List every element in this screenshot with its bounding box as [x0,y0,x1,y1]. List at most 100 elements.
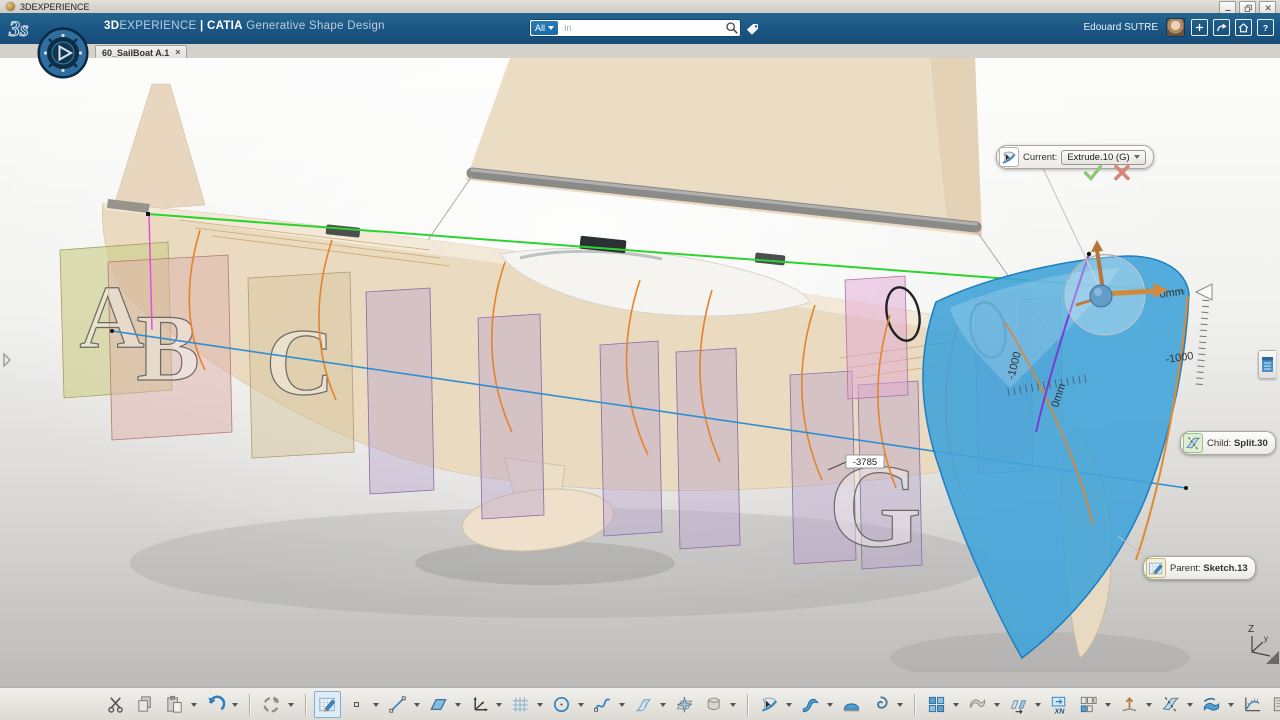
tool-sketch[interactable] [314,691,341,718]
svg-text:y: y [1264,634,1268,643]
tool-pattern[interactable] [1075,691,1102,718]
chevron-down-icon[interactable] [1105,703,1111,707]
tool-join[interactable] [923,691,950,718]
tool-translate[interactable] [1116,691,1143,718]
tool-undo[interactable] [202,691,229,718]
3d-viewport[interactable]: A B C G [0,58,1280,687]
highlighted-surface-split30[interactable] [923,252,1189,658]
tool-revolve-surface[interactable] [700,691,727,718]
share-button[interactable] [1213,19,1230,36]
child-feature-tag[interactable]: Child: Split.30 [1180,431,1276,455]
tool-spline[interactable] [589,691,616,718]
chevron-down-icon[interactable] [537,703,543,707]
tag-icon[interactable] [744,22,760,43]
add-content-button[interactable] [1191,19,1208,36]
tool-fill-surface[interactable] [838,691,865,718]
tree-panel-tab[interactable] [1258,350,1276,379]
help-button[interactable]: ? [1257,19,1274,36]
plane-icon [428,694,449,715]
3d-compass[interactable] [37,27,89,79]
sketch-icon [317,694,338,715]
panel-expander-icon[interactable] [1,352,13,373]
home-button[interactable] [1235,19,1252,36]
tool-symmetry[interactable] [1005,691,1032,718]
chevron-down-icon[interactable] [827,703,833,707]
chevron-down-icon[interactable] [414,703,420,707]
paste-icon [164,694,185,715]
chevron-down-icon[interactable] [578,703,584,707]
chevron-down-icon[interactable] [232,703,238,707]
help-icon: ? [1259,21,1272,34]
tool-helix[interactable] [867,691,894,718]
close-icon [1262,3,1274,13]
workbench-title: 3DEXPERIENCE | CATIA Generative Shape De… [104,20,385,32]
chevron-down-icon[interactable] [191,703,197,707]
chevron-down-icon[interactable] [786,703,792,707]
tool-point[interactable] [343,691,370,718]
fill-icon [841,694,862,715]
join-icon [926,694,947,715]
parent-feature-tag[interactable]: Parent: Sketch.13 [1143,556,1256,580]
fore-sail[interactable] [112,84,205,212]
tool-untrim[interactable] [964,691,991,718]
close-tab-icon[interactable]: × [175,48,180,57]
svg-text:?: ? [1263,23,1268,33]
tool-sweep-surface[interactable] [756,691,783,718]
chevron-down-icon[interactable] [288,703,294,707]
home-icon [1237,21,1250,34]
chevron-down-icon[interactable] [897,703,903,707]
tool-blend-surface[interactable] [797,691,824,718]
search-filter-dropdown[interactable]: All [531,21,558,35]
chevron-down-icon[interactable] [994,703,1000,707]
tool-line[interactable] [384,691,411,718]
global-search[interactable]: All [529,19,741,37]
ruler-marker[interactable] [1196,284,1212,300]
chevron-down-icon[interactable] [619,703,625,707]
axis-triad: Z y x [1248,624,1275,664]
chevron-down-icon[interactable] [1187,703,1193,707]
ok-check-button[interactable] [1083,164,1103,181]
tool-instantiate-xn[interactable]: XN [1046,691,1073,718]
tool-intersection[interactable] [671,691,698,718]
undo-icon [205,694,226,715]
tool-work-grid[interactable] [507,691,534,718]
tool-circle[interactable] [548,691,575,718]
header-actions: ? [1191,19,1274,36]
document-tab-label: 60_SailBoat A.1 [102,48,169,58]
tool-update[interactable] [258,691,285,718]
tool-measure[interactable] [1268,691,1280,718]
tool-plane[interactable] [425,691,452,718]
translate-icon [1119,694,1140,715]
update-icon [261,694,282,715]
chevron-down-icon[interactable] [1228,703,1234,707]
sweep-icon [759,694,780,715]
search-filter-value: All [535,23,545,33]
chevron-down-icon[interactable] [1035,703,1041,707]
chevron-down-icon[interactable] [1146,703,1152,707]
cancel-x-button[interactable] [1113,164,1131,181]
3dexperience-window: 3DEXPERIENCE 3s 3DEXPERIENCE | CATIA Gen… [0,0,1280,720]
tool-copy[interactable] [132,691,159,718]
search-input[interactable] [562,22,725,34]
tool-axis-system[interactable] [466,691,493,718]
chevron-down-icon[interactable] [953,703,959,707]
chevron-down-icon[interactable] [455,703,461,707]
tool-porcupine-analysis[interactable] [1239,691,1266,718]
chevron-down-icon[interactable] [660,703,666,707]
current-feature-dropdown[interactable]: Extrude.10 (G) [1061,150,1145,165]
user-name[interactable]: Edouard SUTRE [1084,22,1158,33]
main-sail[interactable] [466,58,982,236]
resize-grip[interactable] [1266,651,1279,664]
search-icon[interactable] [725,21,739,35]
chevron-down-icon[interactable] [496,703,502,707]
tool-paste[interactable] [161,691,188,718]
user-avatar[interactable] [1166,18,1185,37]
sketch-icon [1146,558,1166,578]
tool-extrude-surface[interactable] [630,691,657,718]
tool-cut[interactable] [103,691,130,718]
tool-trim[interactable] [1198,691,1225,718]
chevron-down-icon[interactable] [730,703,736,707]
document-tab[interactable]: 60_SailBoat A.1 × [95,45,187,59]
tool-split[interactable] [1157,691,1184,718]
chevron-down-icon[interactable] [373,703,379,707]
